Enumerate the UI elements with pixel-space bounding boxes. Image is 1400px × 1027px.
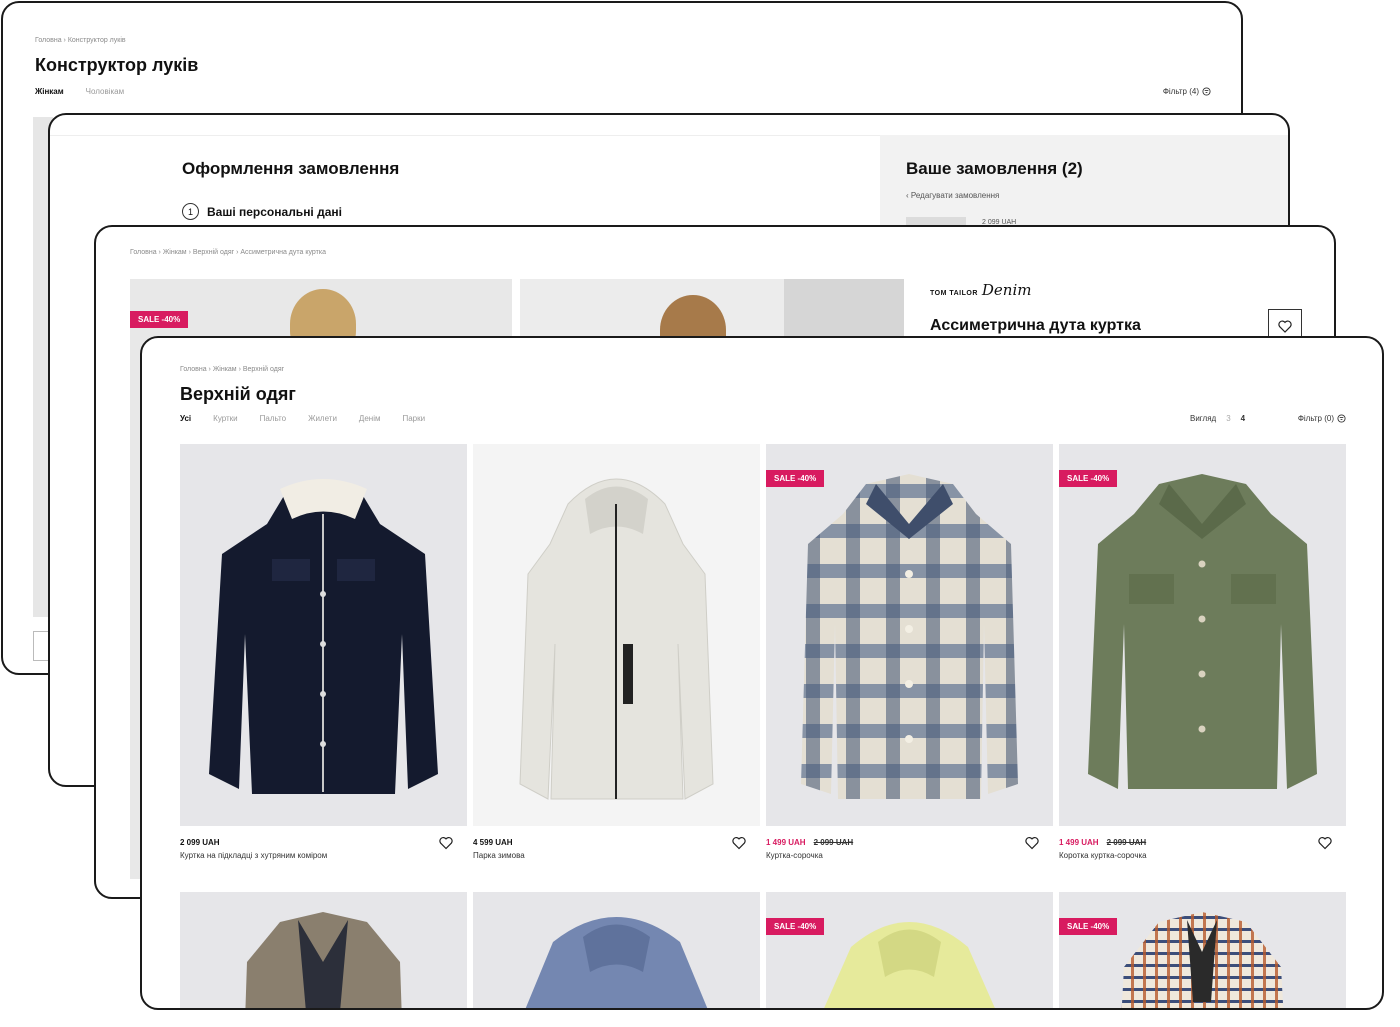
filter-button[interactable]: Фільтр (4) (1163, 87, 1211, 96)
heart-icon[interactable] (1025, 836, 1039, 850)
old-price: 2 099 UAH (1106, 838, 1147, 847)
heart-icon[interactable] (439, 836, 453, 850)
filter-icon (1337, 414, 1346, 423)
product-name[interactable]: Куртка-сорочка (766, 851, 1053, 860)
view-option-3[interactable]: 3 (1226, 414, 1230, 423)
product-card[interactable]: SALE -40% (1059, 892, 1346, 1008)
heart-icon[interactable] (1318, 836, 1332, 850)
tab-vests[interactable]: Жилети (308, 414, 337, 423)
parka-image (519, 478, 714, 800)
product-image[interactable] (180, 444, 467, 826)
checkout-title: Оформлення замовлення (182, 159, 400, 178)
gender-tabs: Жінкам Чоловікам (35, 87, 124, 96)
sale-badge: SALE -40% (766, 470, 825, 487)
view-switcher: Вигляд 3 4 (1190, 414, 1245, 423)
breadcrumb: Головна › Конструктор луків (35, 37, 126, 44)
product-card[interactable]: SALE -40% 1 499 UAH 2 099 UAH Коротка ку… (1059, 444, 1346, 860)
page-title: Верхній одяг (180, 384, 296, 404)
tab-denim[interactable]: Денім (359, 414, 381, 423)
heart-icon (1278, 319, 1292, 333)
price: 4 599 UAH (473, 838, 513, 847)
product-name: Ассиметрична дута куртка (930, 317, 1141, 334)
breadcrumb: Головна › Жінкам › Верхній одяг › Ассиме… (130, 249, 326, 256)
sale-badge: SALE -40% (766, 918, 825, 935)
product-image[interactable] (473, 444, 760, 826)
order-summary-title: Ваше замовлення (2) (906, 159, 1083, 178)
step-label: Ваші персональні дані (207, 204, 342, 219)
filter-label: Фільтр (0) (1297, 414, 1334, 423)
sale-badge: SALE -40% (1059, 470, 1118, 487)
product-name[interactable]: Парка зимова (473, 851, 760, 860)
sale-price: 1 499 UAH (1059, 838, 1099, 847)
price-row: 4 599 UAH (473, 838, 760, 847)
tab-jackets[interactable]: Куртки (213, 414, 237, 423)
breadcrumb: Головна › Жінкам › Верхній одяг (180, 366, 285, 373)
product-card[interactable] (180, 892, 467, 1008)
product-image[interactable]: SALE -40% (766, 444, 1053, 826)
jacket-image (209, 479, 438, 794)
filter-icon (1202, 87, 1211, 96)
step-number: 1 (182, 203, 199, 220)
product-name[interactable]: Коротка куртка-сорочка (1059, 851, 1346, 860)
price-row: 1 499 UAH 2 099 UAH (1059, 838, 1346, 847)
olive-jacket-image (1088, 474, 1317, 789)
product-card[interactable]: 4 599 UAH Парка зимова (473, 444, 760, 860)
price: 2 099 UAH (180, 838, 220, 847)
product-card[interactable]: 2 099 UAH Куртка на підкладці з хутряним… (180, 444, 467, 860)
heart-icon[interactable] (732, 836, 746, 850)
edit-order-link[interactable]: ‹ Редагувати замовлення (906, 191, 999, 200)
view-label: Вигляд (1190, 414, 1217, 423)
brand-name: TOM TAILOR (930, 290, 978, 297)
brand-line: Denim (981, 281, 1032, 299)
product-image[interactable]: SALE -40% (1059, 444, 1346, 826)
filter-button[interactable]: Фільтр (0) (1298, 414, 1346, 423)
check-coat-image (1121, 912, 1284, 1008)
tab-all[interactable]: Усі (180, 414, 191, 423)
price-row: 1 499 UAH 2 099 UAH (766, 838, 1053, 847)
product-card[interactable]: SALE -40% 1 499 UAH 2 099 UAH Куртка-сор… (766, 444, 1053, 860)
category-tabs: Усі Куртки Пальто Жилети Денім Парки (180, 414, 425, 423)
yellow-jacket-image (824, 922, 995, 1008)
checkout-step[interactable]: 1 Ваші персональні дані (182, 203, 342, 220)
plaid-jacket-image (801, 474, 1018, 799)
sale-badge: SALE -40% (1059, 918, 1118, 935)
product-name[interactable]: Куртка на підкладці з хутряним коміром (180, 851, 467, 860)
product-card[interactable] (473, 892, 760, 1008)
brand-logo[interactable]: TOM TAILOR Denim (930, 281, 1032, 299)
tab-parkas[interactable]: Парки (402, 414, 425, 423)
catalog-window: Головна › Жінкам › Верхній одяг Верхній … (140, 336, 1384, 1010)
old-price: 2 099 UAH (813, 838, 854, 847)
tab-coats[interactable]: Пальто (260, 414, 286, 423)
tab-women[interactable]: Жінкам (35, 87, 64, 96)
sale-price: 1 499 UAH (766, 838, 806, 847)
puffer-image (525, 917, 708, 1008)
price-row: 2 099 UAH (180, 838, 467, 847)
tab-men[interactable]: Чоловікам (86, 87, 124, 96)
page-title: Конструктор луків (35, 55, 199, 75)
product-card[interactable]: SALE -40% (766, 892, 1053, 1008)
sale-badge: SALE -40% (130, 311, 189, 328)
view-option-4[interactable]: 4 (1241, 414, 1245, 423)
tweed-blazer-image (245, 912, 402, 1008)
filter-label: Фільтр (4) (1162, 87, 1199, 96)
